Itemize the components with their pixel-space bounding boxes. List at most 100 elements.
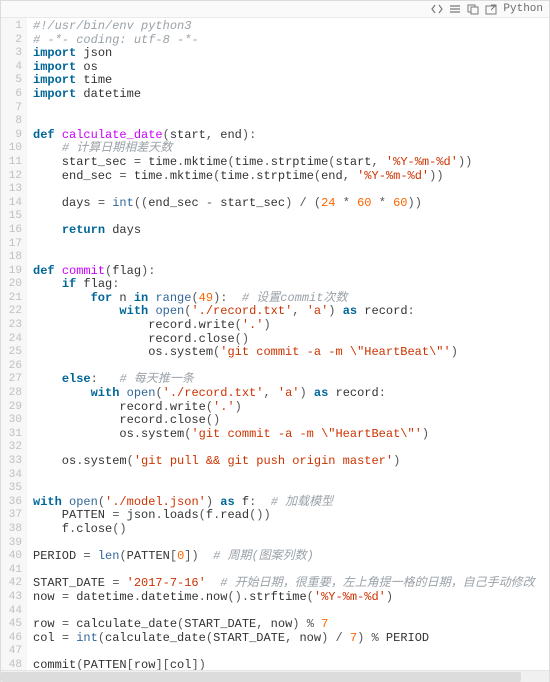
horizontal-scrollbar[interactable] [1,670,549,682]
code-line: start_sec = time.mktime(time.strptime(st… [33,156,549,170]
line-number: 34 [1,469,22,483]
line-number: 26 [1,360,22,374]
code-line: record.close() [33,414,549,428]
code-line: #!/usr/bin/env python3 [33,20,549,34]
code-line: START_DATE = '2017-7-16' # 开始日期，很重要，左上角提… [33,577,549,591]
line-number: 15 [1,210,22,224]
line-number: 7 [1,102,22,116]
code-line [33,469,549,483]
line-number: 36 [1,496,22,510]
line-number: 38 [1,523,22,537]
code-line: with open('./record.txt', 'a') as record… [33,387,549,401]
code-line: f.close() [33,523,549,537]
code-line: # 计算日期相差天数 [33,142,549,156]
language-label: Python [503,2,543,16]
code-line: else: # 每天推一条 [33,373,549,387]
line-number: 42 [1,577,22,591]
code-line: with open('./model.json') as f: # 加载模型 [33,496,549,510]
line-number: 47 [1,645,22,659]
line-number: 14 [1,197,22,211]
line-number: 44 [1,605,22,619]
code-line: os.system('git commit -a -m \"HeartBeat\… [33,346,549,360]
code-line: os.system('git pull && git push origin m… [33,455,549,469]
code-line: days = int((end_sec - start_sec) / (24 *… [33,197,549,211]
line-number: 3 [1,47,22,61]
code-line [33,441,549,455]
line-number: 2 [1,34,22,48]
code-line [33,251,549,265]
line-number: 32 [1,441,22,455]
line-number: 35 [1,482,22,496]
line-number: 41 [1,564,22,578]
code-line [33,238,549,252]
line-number: 39 [1,537,22,551]
line-number: 24 [1,333,22,347]
line-number: 28 [1,387,22,401]
line-number: 23 [1,319,22,333]
line-number: 45 [1,618,22,632]
copy-icon[interactable] [467,2,479,16]
code-line: end_sec = time.mktime(time.strptime(end,… [33,170,549,184]
line-number: 19 [1,265,22,279]
code-line: return days [33,224,549,238]
line-number: 10 [1,142,22,156]
code-line [33,645,549,659]
line-number: 18 [1,251,22,265]
line-number: 40 [1,550,22,564]
line-number: 46 [1,632,22,646]
newwin-icon[interactable] [485,2,497,16]
line-number: 48 [1,659,22,670]
line-number: 12 [1,170,22,184]
code-icon[interactable] [431,2,443,16]
editor-toolbar: Python [1,1,549,18]
line-number: 25 [1,346,22,360]
code-line [33,102,549,116]
line-number: 4 [1,61,22,75]
code-line [33,115,549,129]
code-line: commit(PATTEN[row][col]) [33,659,549,670]
code-line: with open('./record.txt', 'a') as record… [33,305,549,319]
line-number: 29 [1,401,22,415]
code-line: import datetime [33,88,549,102]
code-line: # -*- coding: utf-8 -*- [33,34,549,48]
line-number: 22 [1,305,22,319]
code-line: row = calculate_date(START_DATE, now) % … [33,618,549,632]
code-editor: Python 123456789101112131415161718192021… [0,0,550,682]
code-line: now = datetime.datetime.now().strftime('… [33,591,549,605]
menu-icon[interactable] [449,2,461,16]
line-number: 20 [1,278,22,292]
line-number: 30 [1,414,22,428]
code-line: def commit(flag): [33,265,549,279]
code-line: if flag: [33,278,549,292]
line-number: 16 [1,224,22,238]
code-line [33,482,549,496]
line-number: 37 [1,509,22,523]
code-line: record.write('.') [33,401,549,415]
code-line: os.system('git commit -a -m \"HeartBeat\… [33,428,549,442]
code-line: record.close() [33,333,549,347]
line-number: 1 [1,20,22,34]
line-number: 6 [1,88,22,102]
line-number: 9 [1,129,22,143]
code-line: import json [33,47,549,61]
code-line [33,183,549,197]
code-line: PERIOD = len(PATTEN[0]) # 周期(图案列数) [33,550,549,564]
line-number: 33 [1,455,22,469]
code-line: PATTEN = json.loads(f.read()) [33,509,549,523]
code-area[interactable]: 1234567891011121314151617181920212223242… [1,18,549,670]
code-line: for n in range(49): # 设置commit次数 [33,292,549,306]
line-number: 31 [1,428,22,442]
line-number: 5 [1,74,22,88]
code-line: import time [33,74,549,88]
line-number: 27 [1,373,22,387]
line-number: 21 [1,292,22,306]
code-line: record.write('.') [33,319,549,333]
code-content[interactable]: #!/usr/bin/env python3# -*- coding: utf-… [27,18,549,670]
code-line: import os [33,61,549,75]
scrollbar-thumb[interactable] [1,672,521,682]
code-line: col = int(calculate_date(START_DATE, now… [33,632,549,646]
line-number-gutter: 1234567891011121314151617181920212223242… [1,18,27,670]
code-line [33,210,549,224]
line-number: 13 [1,183,22,197]
line-number: 8 [1,115,22,129]
